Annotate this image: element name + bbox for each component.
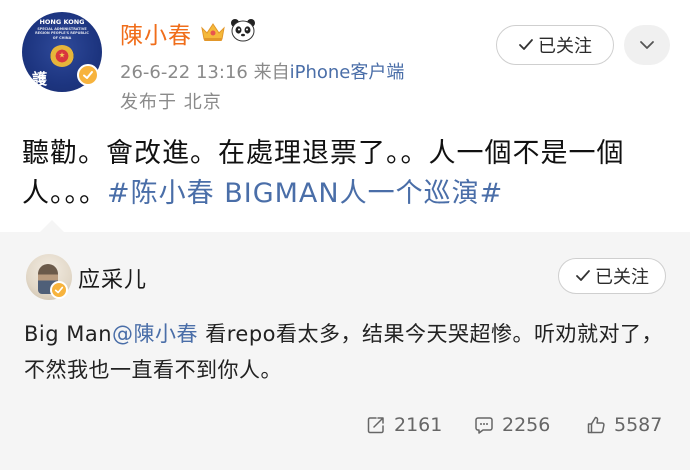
post-meta: 26-6-22 13:16 来自iPhone客户端	[120, 58, 404, 84]
card-pointer	[40, 220, 64, 232]
repost-icon	[367, 417, 384, 434]
hashtag-link[interactable]: #陈小春 BIGMAN人一个巡演#	[107, 178, 503, 209]
retweet-follow-label: 已关注	[595, 267, 649, 288]
avatar-text-sub: SPECIAL ADMINISTRATIVE REGION PEOPLE'S R…	[35, 27, 89, 40]
source-client-link[interactable]: iPhone客户端	[290, 62, 405, 83]
comment-count: 2256	[502, 414, 551, 436]
chevron-down-icon	[640, 41, 654, 49]
retweet-author-name[interactable]: 应采儿	[78, 262, 147, 294]
avatar-text-top: HONG KONG	[39, 18, 85, 26]
like-button[interactable]: 5587	[586, 414, 662, 436]
repost-count: 2161	[394, 414, 443, 436]
post-timestamp: 26-6-22 13:16	[120, 62, 248, 83]
repost-button[interactable]: 2161	[366, 414, 442, 436]
verified-badge-icon	[50, 281, 68, 299]
author-name[interactable]: 陳小春	[120, 16, 192, 50]
avatar-glyph: 護	[32, 70, 48, 88]
check-icon	[576, 270, 590, 281]
comment-icon	[475, 417, 493, 434]
mention-link[interactable]: @陳小春	[112, 322, 198, 346]
more-options-button[interactable]	[624, 25, 670, 65]
post-location: 发布于 北京	[120, 92, 222, 113]
like-icon	[587, 416, 605, 434]
like-count: 5587	[614, 414, 663, 436]
check-icon	[519, 39, 533, 50]
comment-button[interactable]: 2256	[474, 414, 550, 436]
follow-button[interactable]: 已关注	[496, 25, 614, 65]
retweet-follow-button[interactable]: 已关注	[558, 258, 666, 294]
post-body: 聽勸。會改進。在處理退票了。。人一個不是一個人。。。#陈小春 BIGMAN人一个…	[22, 134, 662, 214]
verified-badge-icon	[77, 64, 99, 86]
emblem-icon	[50, 45, 74, 67]
follow-button-label: 已关注	[538, 36, 592, 57]
retweet-text-prefix: Big Man	[24, 322, 113, 346]
panda-icon	[231, 19, 255, 42]
crown-icon	[201, 23, 225, 41]
retweet-body: Big Man@陳小春 看repo看太多，结果今天哭超惨。听劝就对了，不然我也一…	[24, 316, 664, 388]
source-prefix: 来自	[253, 62, 290, 83]
